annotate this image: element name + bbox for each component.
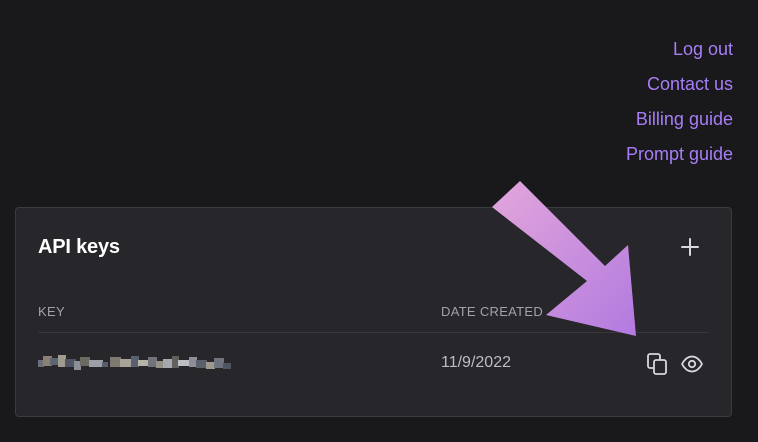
plus-icon [681,238,699,256]
add-api-key-button[interactable] [679,236,701,258]
copy-icon [647,353,667,375]
api-keys-panel: API keys KEY DATE CREATED 11/9/2022 [15,207,732,417]
prompt-guide-link[interactable]: Prompt guide [626,137,733,172]
contact-us-link[interactable]: Contact us [647,67,733,102]
table-header-divider [38,332,709,333]
redacted-key-blur [38,355,231,370]
eye-icon [681,355,703,373]
copy-api-key-button[interactable] [646,352,670,376]
logout-link[interactable]: Log out [673,32,733,67]
date-created-column-header: DATE CREATED [441,304,544,319]
show-api-key-button[interactable] [680,353,704,375]
redacted-api-key [38,351,233,375]
account-links: Log out Contact us Billing guide Prompt … [626,32,733,172]
api-keys-title: API keys [38,236,120,258]
key-column-header: KEY [38,304,65,319]
date-created-value: 11/9/2022 [441,354,511,371]
billing-guide-link[interactable]: Billing guide [636,102,733,137]
